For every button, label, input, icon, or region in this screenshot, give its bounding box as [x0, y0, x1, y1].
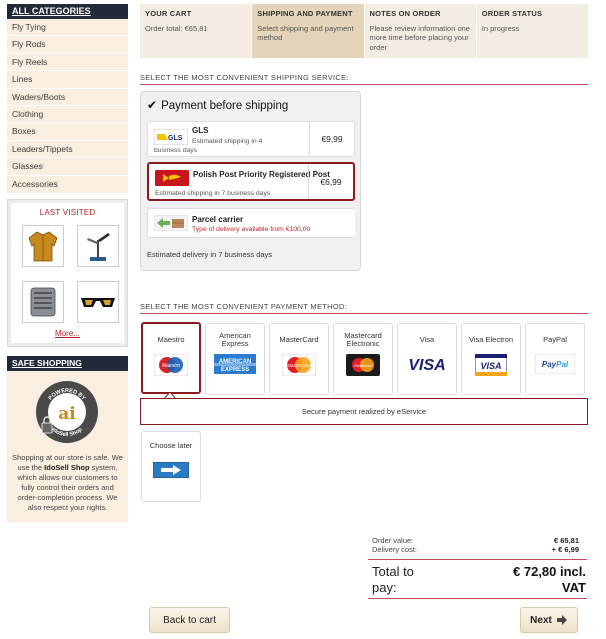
category-boxes[interactable]: Boxes: [7, 123, 128, 141]
checkout-steps: YOUR CART Order total: €65,81 SHIPPING A…: [140, 4, 588, 58]
category-leaders-tippets[interactable]: Leaders/Tippets: [7, 141, 128, 159]
category-accessories[interactable]: Accessories: [7, 176, 128, 193]
total-label: Total to pay:: [372, 564, 414, 595]
summary-divider: [368, 559, 587, 560]
safe-shopping-text: Shopping at our store is safe. We use th…: [12, 452, 123, 512]
sidebar: ALL CATEGORIES Fly Tying Fly Rods Fly Re…: [7, 4, 128, 522]
fly-box-image[interactable]: [22, 280, 64, 323]
step-order-status: ORDER STATUS In progress: [476, 4, 588, 58]
payment-mastercard-electronic[interactable]: Mastercard Electronic Electronic: [333, 323, 393, 395]
last-visited-title: LAST VISITED: [39, 207, 96, 217]
svg-text:AMERICAN: AMERICAN: [219, 359, 251, 365]
total-value: € 72,80 incl. VAT: [513, 564, 586, 595]
idosell-badge-icon: POWERED BY IdoSell Shop ai: [36, 380, 98, 443]
payment-maestro[interactable]: Maestro Maestro: [141, 322, 201, 394]
last-visited-more-link[interactable]: More...: [11, 329, 124, 338]
svg-text:MasterCard: MasterCard: [287, 363, 311, 368]
payment-divider: [140, 313, 588, 314]
step-shipping-payment: SHIPPING AND PAYMENT Select shipping and…: [252, 4, 365, 58]
back-to-cart-button[interactable]: Back to cart: [149, 607, 230, 633]
category-waders-boots[interactable]: Waders/Boots: [7, 89, 128, 106]
polish-post-logo: [155, 170, 189, 186]
sunglasses-image[interactable]: [77, 280, 119, 323]
payment-mastercard[interactable]: MasterCard MasterCard: [269, 323, 329, 395]
shipping-group-title: ✔ Payment before shipping: [147, 98, 289, 112]
payment-american-express[interactable]: American Express AMERICAN EXPRESS: [205, 323, 265, 395]
svg-text:ai: ai: [58, 404, 76, 424]
category-fly-tying[interactable]: Fly Tying: [7, 19, 128, 37]
safe-shopping-box: POWERED BY IdoSell Shop ai Shopping at o…: [7, 370, 128, 522]
fly-tying-vise-image[interactable]: [77, 224, 119, 267]
last-visited-box: LAST VISITED More...: [7, 198, 128, 347]
category-list: Fly Tying Fly Rods Fly Reels Lines Wader…: [7, 19, 128, 193]
svg-text:Electronic: Electronic: [354, 363, 372, 368]
arrow-right-icon: [153, 462, 189, 478]
category-clothing[interactable]: Clothing: [7, 106, 128, 124]
payment-paypal[interactable]: PayPal PayPal: [525, 323, 585, 395]
order-value-row: Order value: € 65,81: [372, 536, 579, 545]
secure-payment-info: Secure payment realized by eService: [140, 398, 588, 425]
shipping-option-parcel-carrier[interactable]: Parcel carrier Type of delivery availabl…: [147, 208, 355, 238]
category-glasses[interactable]: Glasses: [7, 158, 128, 176]
mastercard-electronic-icon: Electronic: [346, 354, 380, 376]
estimated-delivery: Estimated delivery in 7 business days: [147, 250, 273, 259]
payment-choose-later[interactable]: Choose later: [141, 431, 201, 502]
svg-text:VISA: VISA: [480, 361, 501, 371]
shipping-group: ✔ Payment before shipping GLS GLS Estimat…: [140, 91, 361, 271]
payment-visa-electron[interactable]: Visa Electron VISA: [461, 323, 521, 395]
checkmark-icon: ✔: [147, 98, 158, 112]
visa-icon: VISA: [408, 357, 445, 372]
paypal-icon: PayPal: [535, 354, 575, 374]
payment-section-title: SELECT THE MOST CONVENIENT PAYMENT METHO…: [140, 302, 348, 311]
maestro-icon: Maestro: [154, 354, 188, 376]
shipping-divider: [140, 84, 588, 85]
step-your-cart[interactable]: YOUR CART Order total: €65,81: [140, 4, 253, 58]
next-button[interactable]: Next: [520, 607, 578, 633]
svg-text:Maestro: Maestro: [162, 363, 180, 369]
step-notes-on-order: NOTES ON ORDER Please review information…: [364, 4, 477, 58]
delivery-cost-row: Delivery cost: + € 6,99: [372, 545, 579, 554]
category-fly-rods[interactable]: Fly Rods: [7, 36, 128, 54]
payment-visa[interactable]: Visa VISA: [397, 323, 457, 395]
category-lines[interactable]: Lines: [7, 71, 128, 89]
category-fly-reels[interactable]: Fly Reels: [7, 54, 128, 72]
jacket-image[interactable]: [22, 224, 64, 267]
shipping-section-title: SELECT THE MOST CONVENIENT SHIPPING SERV…: [140, 73, 349, 82]
polish-post-price: €6,99: [308, 164, 353, 199]
parcel-carrier-logo: [154, 215, 188, 231]
summary-bottom-divider: [368, 598, 587, 599]
safe-shopping-header[interactable]: SAFE SHOPPING: [7, 355, 128, 371]
amex-icon: AMERICAN EXPRESS: [214, 354, 256, 374]
svg-text:EXPRESS: EXPRESS: [221, 367, 249, 373]
next-arrow-icon: [556, 615, 567, 625]
svg-text:PayPal: PayPal: [542, 360, 569, 369]
visa-electron-icon: VISA: [475, 354, 507, 376]
all-categories-link[interactable]: ALL CATEGORIES: [7, 4, 128, 19]
mastercard-icon: MasterCard: [282, 354, 316, 376]
shipping-option-gls[interactable]: GLS GLS Estimated shipping in 4 business…: [147, 121, 355, 157]
svg-text:VISA: VISA: [408, 357, 445, 372]
shipping-option-polish-post[interactable]: Polish Post Priority Registered Post Est…: [147, 162, 355, 201]
gls-price: €9,99: [309, 122, 354, 156]
